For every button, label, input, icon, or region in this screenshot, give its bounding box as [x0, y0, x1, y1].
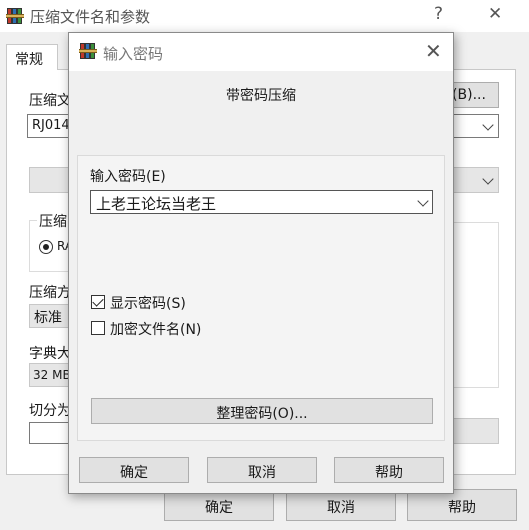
dictionary-size-label: 字典大 [29, 346, 71, 362]
winrar-app-icon [6, 7, 24, 25]
chevron-down-icon [482, 119, 494, 131]
dictionary-size-value: 32 MB [33, 368, 71, 382]
show-password-checkbox[interactable] [91, 295, 105, 309]
main-title-bar: 压缩文件名和参数 ? ✕ [0, 0, 529, 32]
encrypt-filenames-checkbox[interactable] [91, 321, 105, 335]
encrypt-filenames-label: 加密文件名(N) [110, 322, 202, 338]
dialog-help-button[interactable]: 帮助 [334, 457, 444, 483]
close-icon[interactable]: ✕ [488, 4, 502, 24]
split-volumes-label: 切分为 [29, 403, 71, 419]
enter-password-dialog: 输入密码 ✕ 带密码压缩 输入密码(E) 上老王论坛当老王 显示密码(S) 加密… [68, 32, 454, 494]
show-password-label: 显示密码(S) [110, 296, 186, 312]
organize-passwords-button[interactable]: 整理密码(O)... [91, 398, 433, 424]
dialog-title-bar: 输入密码 ✕ [69, 33, 453, 71]
dialog-cancel-button[interactable]: 取消 [207, 457, 317, 483]
password-panel: 输入密码(E) 上老王论坛当老王 显示密码(S) 加密文件名(N) 整理密码(O… [77, 155, 445, 441]
archive-name-label: 压缩文 [29, 93, 71, 109]
tab-general[interactable]: 常规 [6, 44, 58, 70]
main-window-title: 压缩文件名和参数 [30, 8, 151, 26]
rar-radio[interactable] [39, 240, 53, 254]
password-value: 上老王论坛当老王 [96, 195, 217, 213]
compression-method-label: 压缩方 [29, 285, 71, 301]
dialog-title: 输入密码 [103, 45, 164, 63]
archive-format-label: 压缩 [37, 211, 69, 231]
check-icon [92, 295, 104, 307]
compression-method-value: 标准 [34, 310, 62, 326]
help-icon[interactable]: ? [434, 4, 443, 24]
close-icon[interactable]: ✕ [425, 39, 442, 63]
password-label: 输入密码(E) [90, 169, 166, 185]
password-input[interactable]: 上老王论坛当老王 [90, 190, 433, 214]
winrar-app-icon [79, 42, 97, 60]
dialog-heading: 带密码压缩 [226, 88, 296, 104]
chevron-down-icon [482, 173, 494, 185]
dialog-ok-button[interactable]: 确定 [79, 457, 189, 483]
chevron-down-icon [417, 195, 429, 207]
